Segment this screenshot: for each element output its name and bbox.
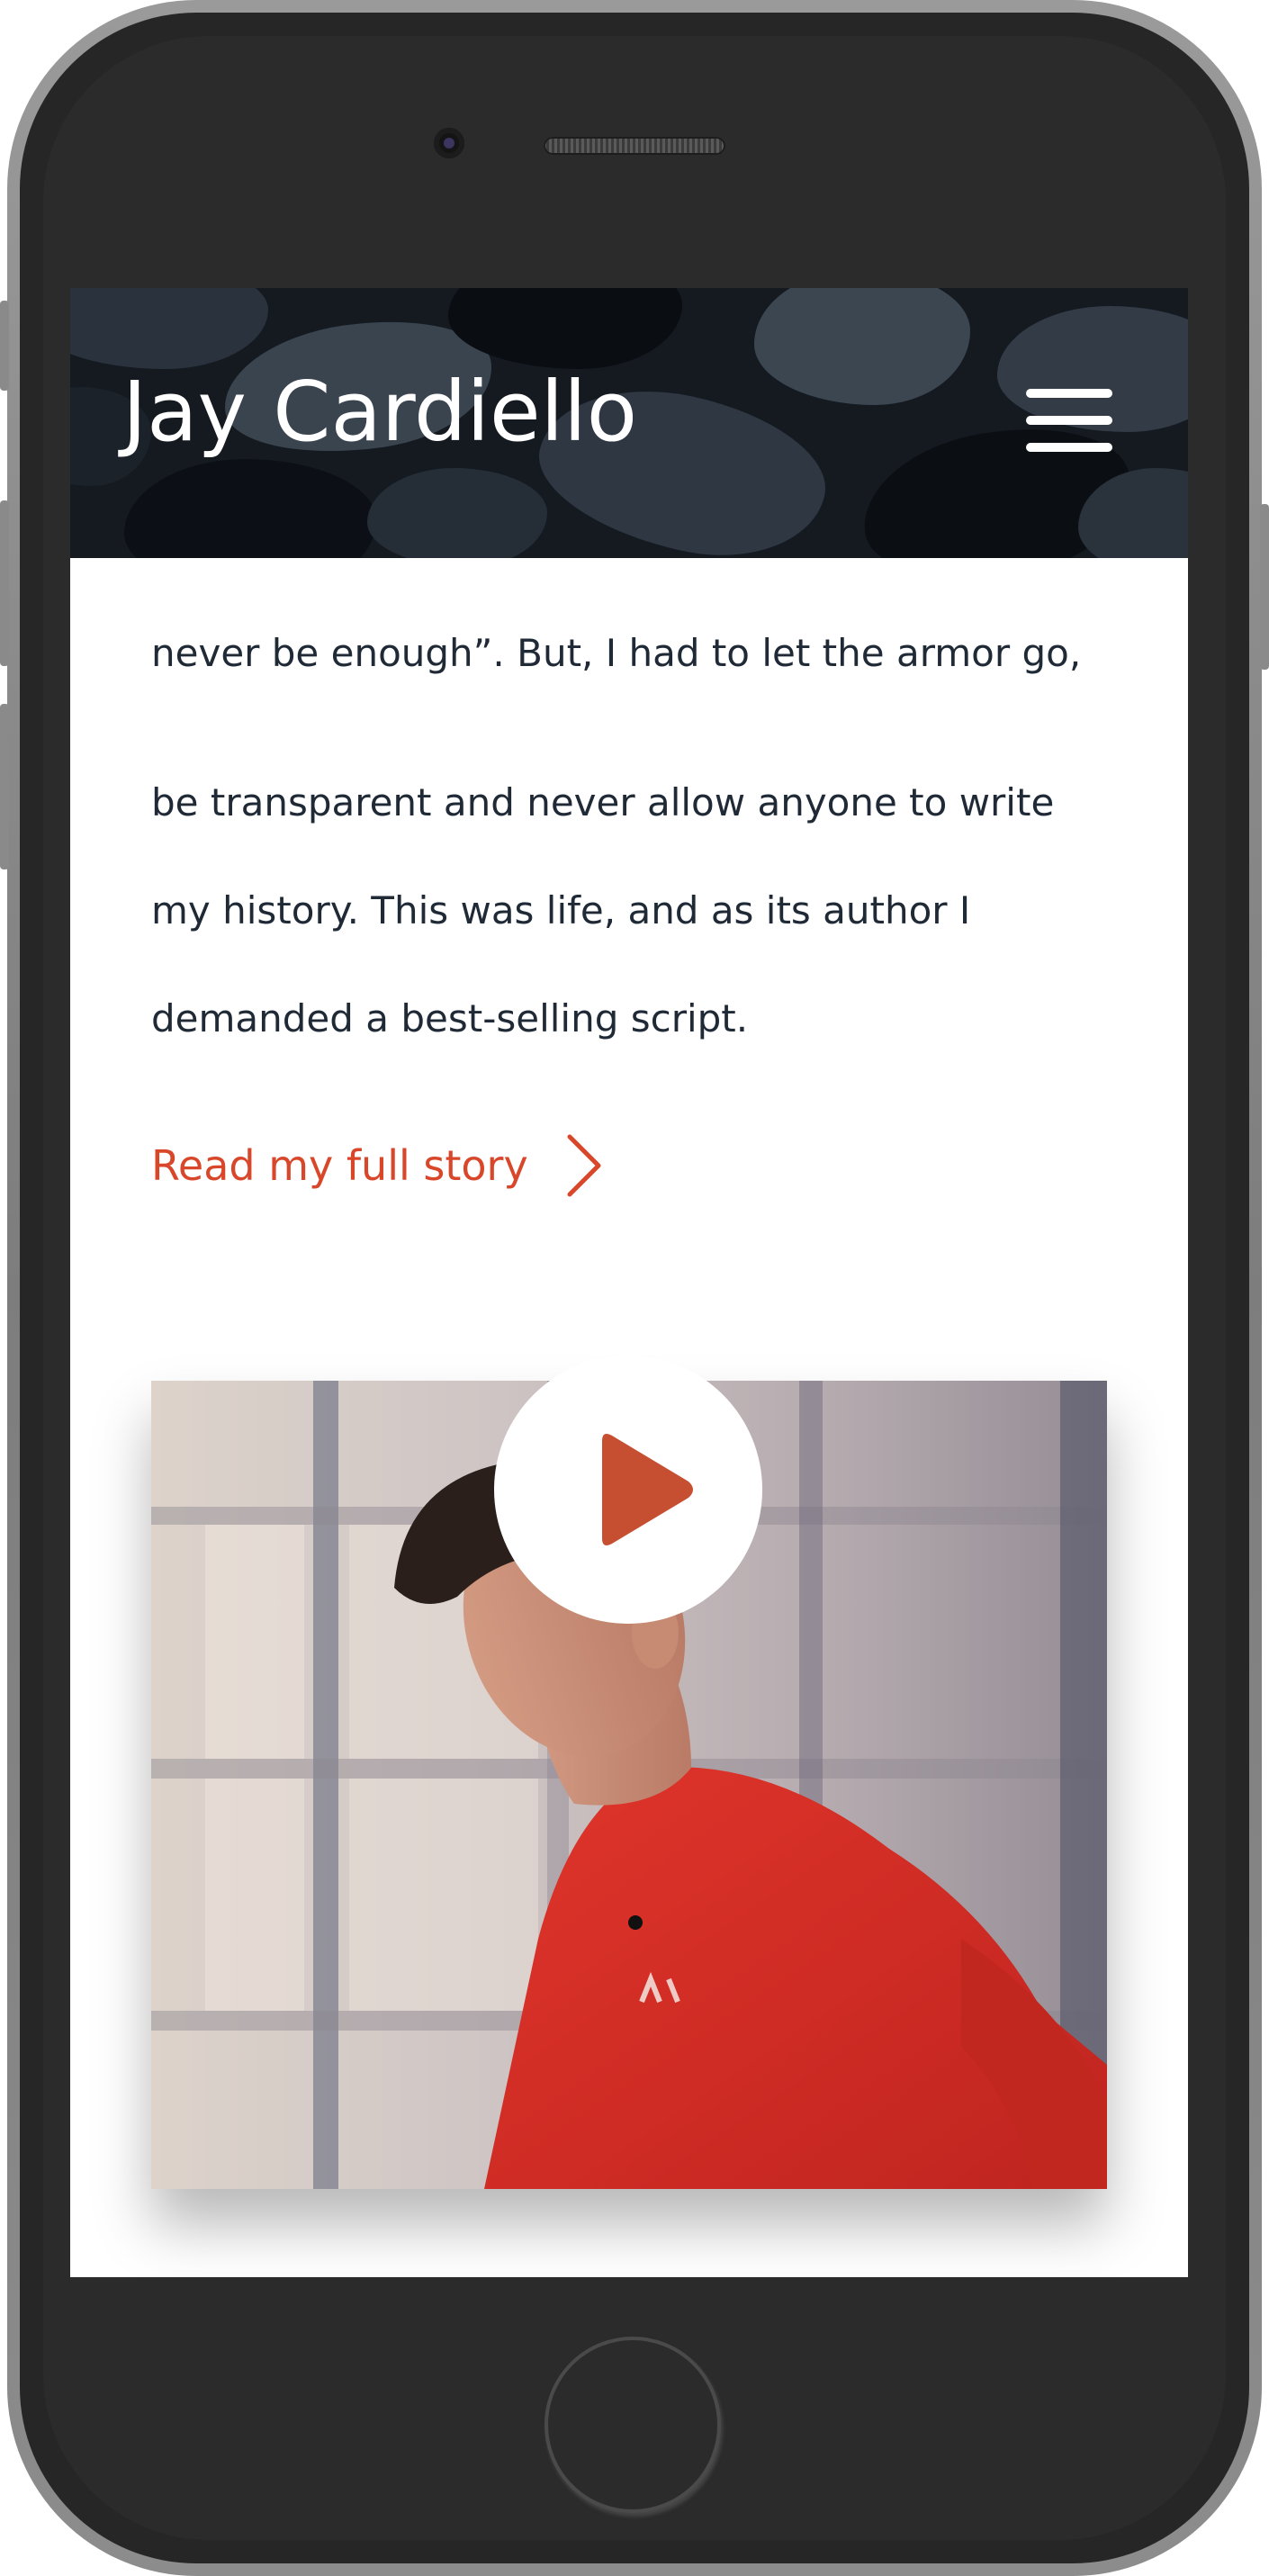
volume-down-button [0, 704, 9, 869]
read-full-story-label: Read my full story [151, 1141, 528, 1190]
hamburger-menu-icon[interactable] [1026, 389, 1116, 454]
camo-pattern [70, 288, 268, 369]
device-mockup: Jay Cardiello never be enough”. But, I h… [0, 0, 1269, 2576]
read-full-story-link[interactable]: Read my full story [151, 1125, 604, 1206]
silent-switch [0, 301, 9, 391]
story-text: never be enough”. But, I had to let the … [151, 599, 1159, 1073]
play-button[interactable] [494, 1356, 762, 1624]
story-line: my history. This was life, and as its au… [151, 888, 971, 932]
story-line: never be enough”. But, I had to let the … [151, 631, 1082, 675]
power-button [1260, 504, 1269, 670]
camo-pattern [367, 468, 547, 558]
front-camera [434, 128, 464, 158]
volume-up-button [0, 500, 9, 666]
site-title[interactable]: Jay Cardiello [122, 371, 637, 454]
chevron-right-icon [567, 1134, 601, 1197]
story-line: be transparent and never allow anyone to… [151, 780, 1055, 824]
camo-pattern [124, 459, 376, 558]
site-header: Jay Cardiello [70, 288, 1188, 558]
story-line: demanded a best-selling script. [151, 996, 749, 1040]
earpiece-speaker [544, 137, 725, 155]
screen: Jay Cardiello never be enough”. But, I h… [70, 288, 1188, 2277]
home-button[interactable] [544, 2337, 721, 2513]
play-icon [602, 1434, 693, 1545]
camo-pattern [754, 288, 970, 405]
